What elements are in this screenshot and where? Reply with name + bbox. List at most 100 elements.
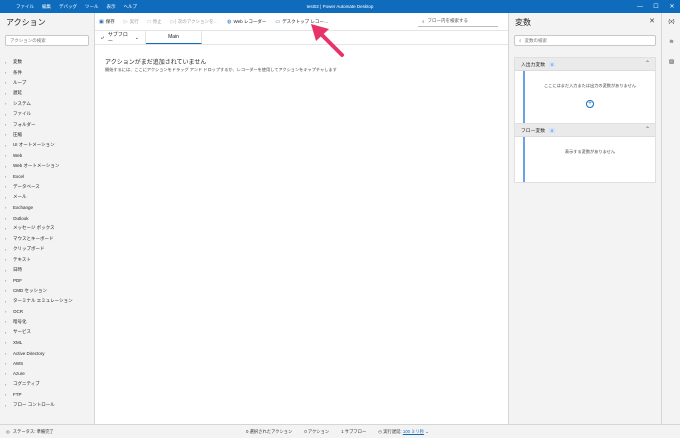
chevron-right-icon: › xyxy=(5,392,7,398)
chevron-down-icon[interactable]: ⌄ xyxy=(425,429,429,434)
action-group-item[interactable]: › CMD セッション xyxy=(0,286,95,296)
action-group-label: Azure xyxy=(13,371,25,377)
flow-variables-count: 0 xyxy=(549,127,556,133)
menu-tools[interactable]: ツール xyxy=(85,4,99,10)
chevron-right-icon: › xyxy=(5,298,7,304)
tab-main[interactable]: Main xyxy=(146,31,202,44)
desktop-recorder-button[interactable]: ▭ デスクトップ レコー… xyxy=(275,19,328,25)
action-group-label: Outlook xyxy=(13,215,29,221)
status-counts: 0 選択されたアクション 0 アクション 1 サブフロー ◴ 実行遅延: 100… xyxy=(246,429,429,435)
action-group-item[interactable]: › クリップボード xyxy=(0,244,95,254)
actions-panel: アクション アクションの検索 › 変数 › 条件 › ループ › 遅延 › システム › フ… xyxy=(0,13,95,424)
add-variable-icon[interactable]: + xyxy=(586,100,594,108)
action-group-item[interactable]: › 遅延 xyxy=(0,88,95,98)
action-group-item[interactable]: › 圧縮 xyxy=(0,130,95,140)
action-group-item[interactable]: › ファイル xyxy=(0,109,95,119)
action-group-item[interactable]: › マウスとキーボード xyxy=(0,234,95,244)
chevron-right-icon: › xyxy=(5,288,7,294)
chevron-right-icon: › xyxy=(5,402,7,408)
chevron-right-icon: › xyxy=(5,319,7,325)
flow-variables-label: フロー変数 xyxy=(521,128,545,134)
action-group-item[interactable]: › データベース xyxy=(0,182,95,192)
maximize-button[interactable]: ☐ xyxy=(648,0,664,13)
chevron-up-icon[interactable]: ⌃ xyxy=(645,60,650,67)
action-group-item[interactable]: › コグニティブ xyxy=(0,379,95,389)
flow-variables-section: フロー変数 0 ⌃ 表示する変数がありません xyxy=(514,123,656,183)
minimize-button[interactable]: — xyxy=(632,0,648,13)
action-group-item[interactable]: › システム xyxy=(0,99,95,109)
action-group-item[interactable]: › AWS xyxy=(0,358,95,368)
image-rail-icon[interactable]: ▨ xyxy=(667,57,676,66)
action-group-item[interactable]: › Web オートメーション xyxy=(0,161,95,171)
action-group-item[interactable]: › 変数 xyxy=(0,57,95,67)
action-group-item[interactable]: › OCR xyxy=(0,306,95,316)
chevron-right-icon: › xyxy=(5,70,7,76)
action-group-label: ファイル xyxy=(13,111,31,117)
window-controls: — ☐ ✕ xyxy=(632,0,680,13)
chevron-right-icon: › xyxy=(5,205,7,211)
empty-state-title: アクションがまだ追加されていません xyxy=(105,60,207,66)
action-group-item[interactable]: › ループ xyxy=(0,78,95,88)
action-group-item[interactable]: › XML xyxy=(0,338,95,348)
action-group-item[interactable]: › FTP xyxy=(0,390,95,400)
action-group-item[interactable]: › UI オートメーション xyxy=(0,140,95,150)
save-button[interactable]: ▣ 保存 xyxy=(99,19,115,25)
action-group-item[interactable]: › フロー コントロール xyxy=(0,400,95,410)
action-group-label: メール xyxy=(13,194,27,200)
io-variables-label: 入出力変数 xyxy=(521,62,545,68)
stack-rail-icon[interactable]: ≋ xyxy=(667,37,676,46)
close-icon[interactable]: ✕ xyxy=(649,17,655,25)
action-group-item[interactable]: › メール xyxy=(0,192,95,202)
action-group-item[interactable]: › 条件 xyxy=(0,67,95,77)
run-delay-value[interactable]: 100 ミリ秒 xyxy=(403,429,424,434)
action-group-item[interactable]: › 日時 xyxy=(0,265,95,275)
subflows-dropdown[interactable]: ⤶ サブフロー ⌄ xyxy=(95,31,146,45)
chevron-right-icon: › xyxy=(5,309,7,315)
action-group-item[interactable]: › Exchange xyxy=(0,202,95,212)
chevron-right-icon: › xyxy=(5,225,7,231)
menu-debug[interactable]: デバッグ xyxy=(59,4,77,10)
chevron-right-icon: › xyxy=(5,163,7,169)
close-window-button[interactable]: ✕ xyxy=(664,0,680,13)
action-group-item[interactable]: › Outlook xyxy=(0,213,95,223)
web-recorder-button[interactable]: ◍ Web レコーダー xyxy=(227,19,266,25)
run-button[interactable]: ▷ 実行 xyxy=(124,19,139,25)
action-group-item[interactable]: › サービス xyxy=(0,327,95,337)
chevron-right-icon: › xyxy=(5,111,7,117)
status-bar: ◎ ステータス: 準備完了 0 選択されたアクション 0 アクション 1 サブフ… xyxy=(0,424,680,438)
chevron-right-icon: › xyxy=(5,153,7,159)
chevron-up-icon[interactable]: ⌃ xyxy=(645,126,650,133)
menu-bar: ファイル 編集 デバッグ ツール 表示 ヘルプ xyxy=(0,4,137,10)
action-group-label: フロー コントロール xyxy=(13,402,55,408)
action-group-item[interactable]: › ターミナル エミュレーション xyxy=(0,296,95,306)
action-group-item[interactable]: › テキスト xyxy=(0,254,95,264)
next-action-button[interactable]: ▷| 次のアクションを… xyxy=(171,19,218,25)
flow-search-input[interactable]: ⌕ フロー内を検索する xyxy=(418,16,498,27)
menu-file[interactable]: ファイル xyxy=(16,4,34,10)
actions-search-input[interactable]: アクションの検索 xyxy=(5,35,89,46)
action-group-item[interactable]: › メッセージ ボックス xyxy=(0,223,95,233)
action-group-label: Web オートメーション xyxy=(13,163,60,169)
action-group-item[interactable]: › Active Directory xyxy=(0,348,95,358)
variables-rail-icon[interactable]: {x} xyxy=(667,17,676,26)
stop-icon: □ xyxy=(147,18,151,25)
action-group-label: FTP xyxy=(13,392,22,398)
action-group-item[interactable]: › フォルダー xyxy=(0,119,95,129)
search-icon: ⌕ xyxy=(519,38,522,43)
action-group-item[interactable]: › Azure xyxy=(0,369,95,379)
io-variables-header[interactable]: 入出力変数 0 xyxy=(515,58,655,71)
action-group-item[interactable]: › 暗号化 xyxy=(0,317,95,327)
flow-variables-header[interactable]: フロー変数 0 xyxy=(515,124,655,137)
menu-view[interactable]: 表示 xyxy=(107,4,116,10)
action-group-item[interactable]: › Excel xyxy=(0,171,95,181)
stop-button[interactable]: □ 停止 xyxy=(148,19,162,25)
menu-help[interactable]: ヘルプ xyxy=(124,4,138,10)
menu-edit[interactable]: 編集 xyxy=(42,4,51,10)
action-group-item[interactable]: › Web xyxy=(0,151,95,161)
action-group-label: Active Directory xyxy=(13,350,45,356)
chevron-right-icon: › xyxy=(5,329,7,335)
variables-search-input[interactable]: ⌕ 変数の検索 xyxy=(514,35,656,46)
action-group-item[interactable]: › PDF xyxy=(0,275,95,285)
action-group-label: Exchange xyxy=(13,205,34,211)
chevron-down-icon: ⌄ xyxy=(134,34,139,41)
